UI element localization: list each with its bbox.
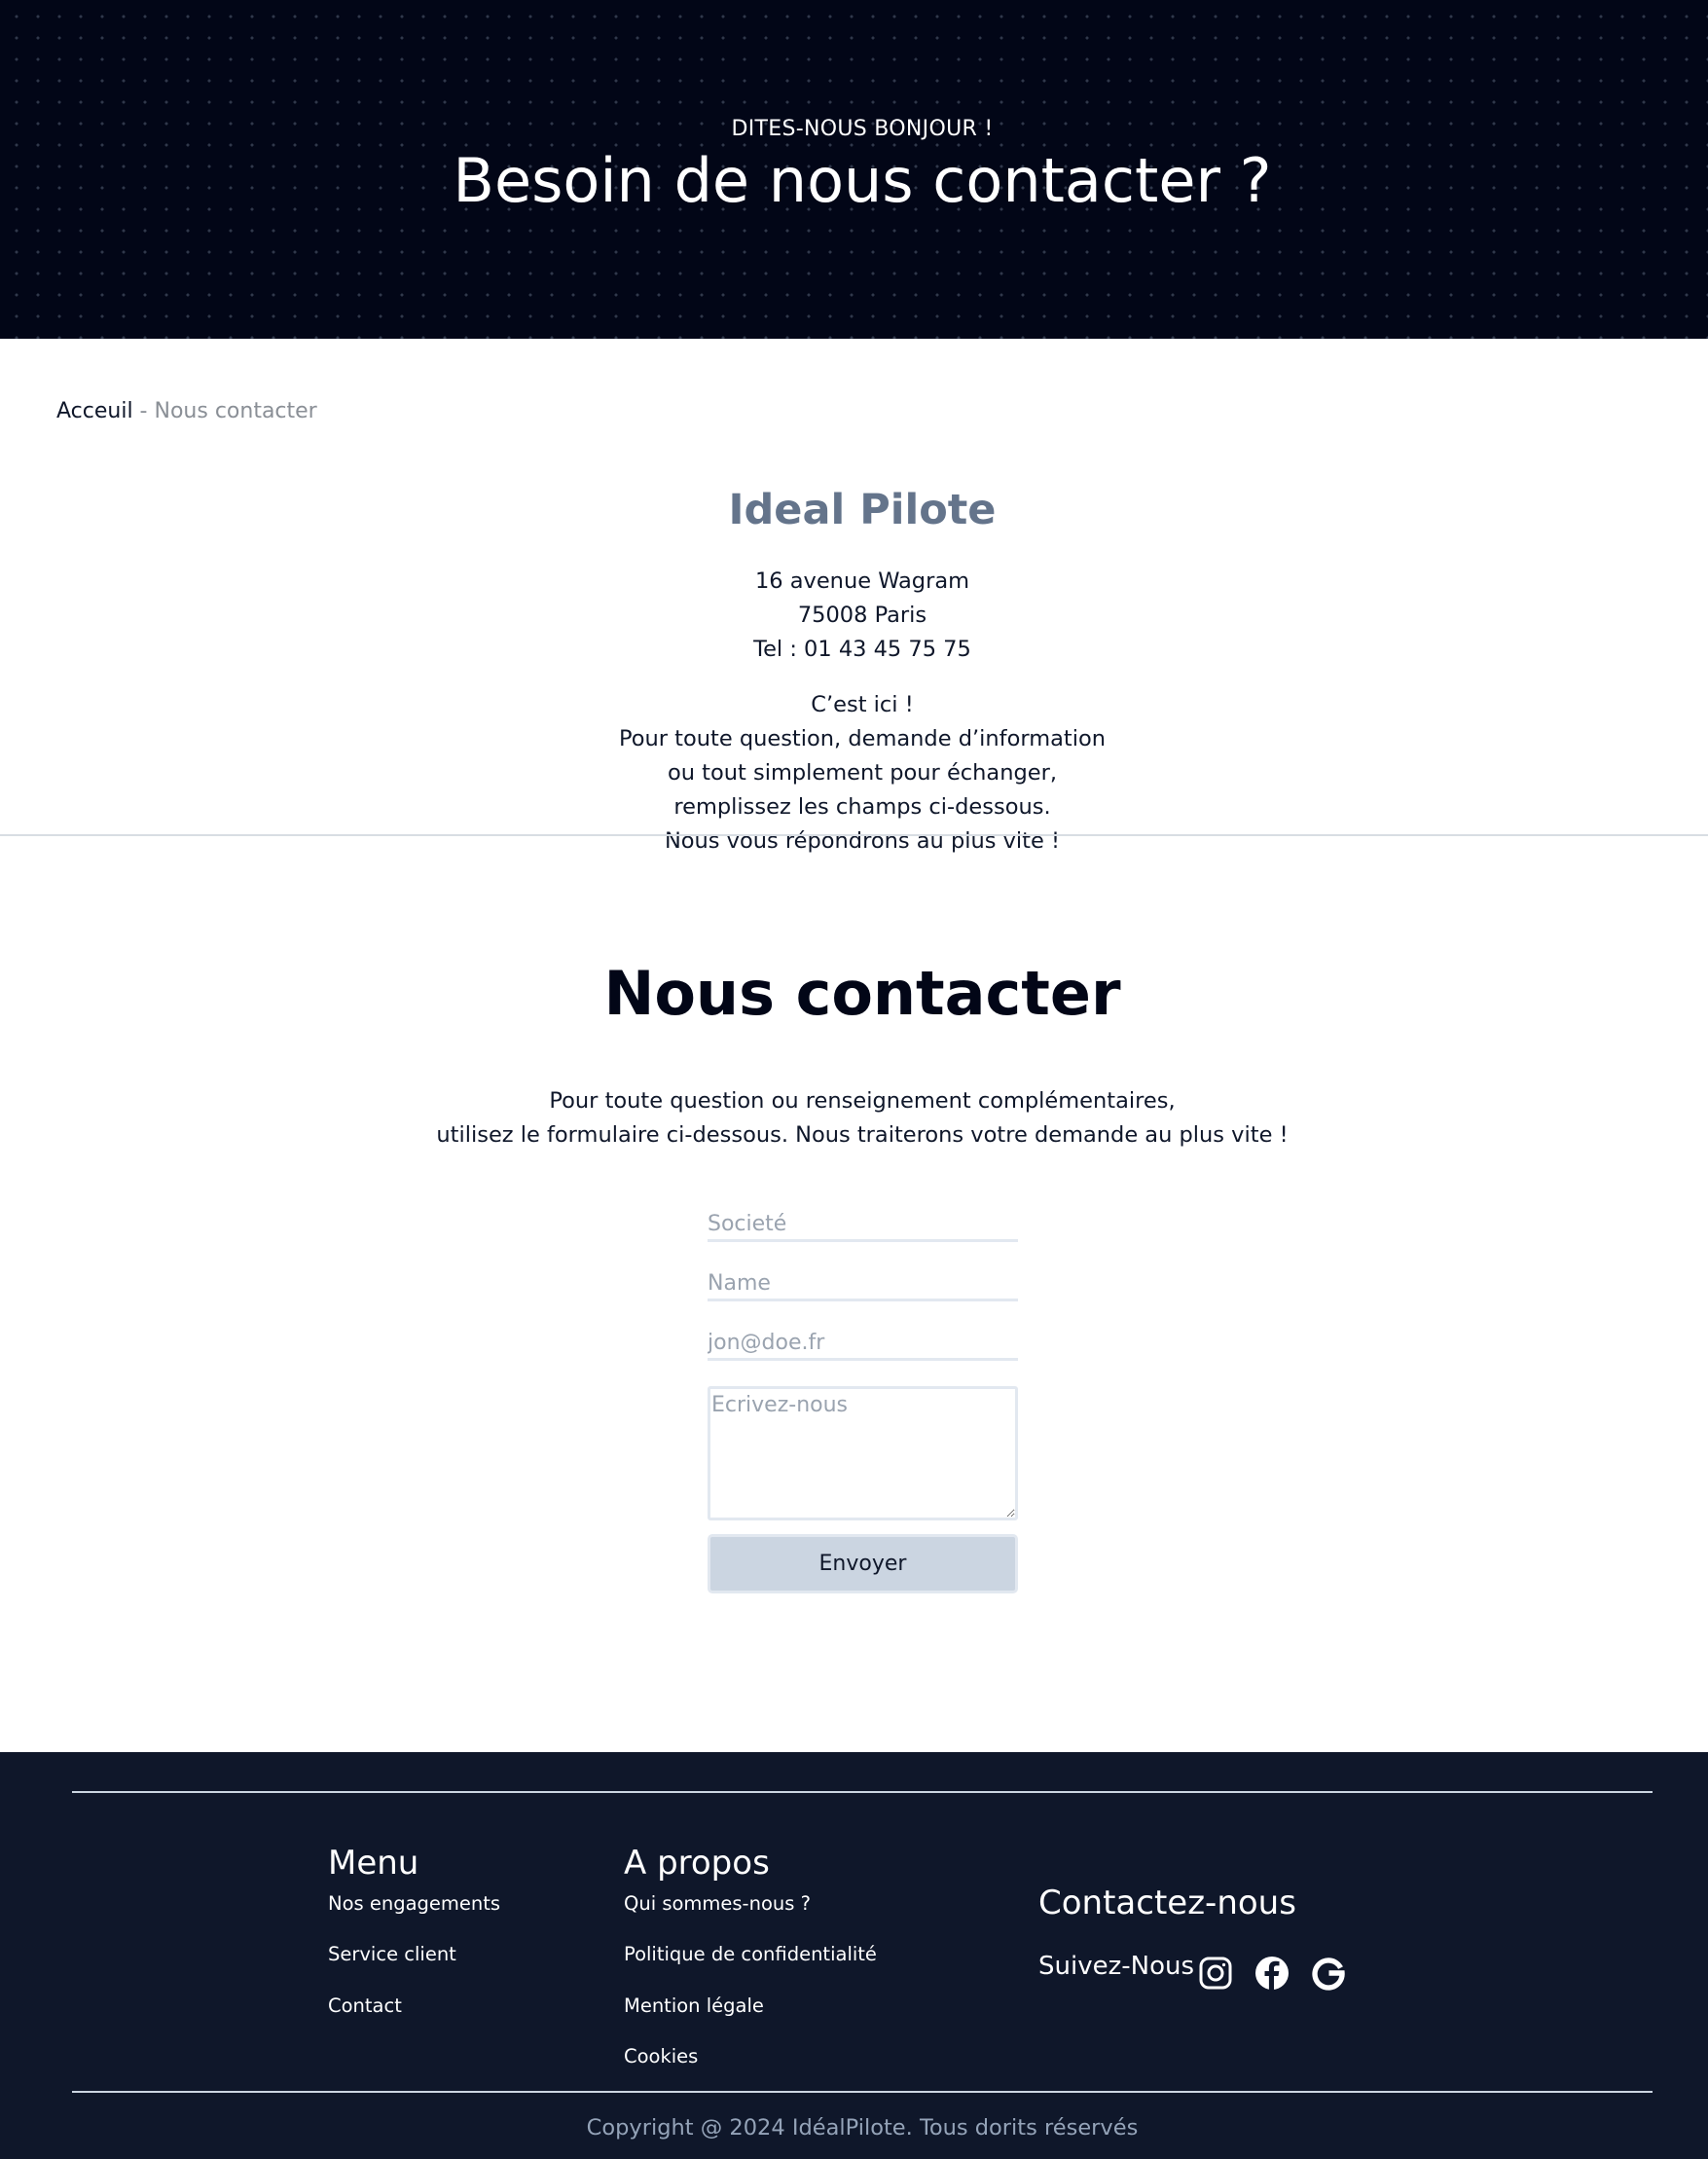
breadcrumb-home-link[interactable]: Acceuil	[56, 399, 133, 423]
address-phone: Tel : 01 43 45 75 75	[753, 637, 971, 662]
follow-us-label: Suivez-Nous	[1038, 1952, 1194, 1981]
breadcrumb-current: Nous contacter	[154, 399, 317, 423]
footer-about-heading: A propos	[624, 1844, 770, 1883]
section-divider	[0, 834, 1708, 836]
breadcrumb-separator: -	[132, 399, 155, 423]
address-city: 75008 Paris	[797, 603, 927, 628]
message-line: ou tout simplement pour échanger,	[667, 760, 1058, 786]
footer-link-mention-legale[interactable]: Mention légale	[624, 1993, 764, 2020]
breadcrumb: Acceuil - Nous contacter	[56, 397, 317, 426]
footer-divider-bottom	[72, 2091, 1653, 2093]
intro-line: Pour toute question ou renseignement com…	[549, 1088, 1176, 1114]
company-input[interactable]	[708, 1209, 1018, 1242]
contact-intro: Pour toute question ou renseignement com…	[0, 1084, 1708, 1153]
intro-line: utilisez le formulaire ci-dessous. Nous …	[436, 1122, 1289, 1148]
footer-link-service-client[interactable]: Service client	[328, 1941, 456, 1968]
instagram-icon[interactable]	[1198, 1956, 1233, 1991]
address-street: 16 avenue Wagram	[754, 568, 970, 594]
message-line: C’est ici !	[811, 692, 914, 717]
company-name: Ideal Pilote	[728, 486, 997, 534]
footer-link-nos-engagements[interactable]: Nos engagements	[328, 1890, 500, 1918]
footer-link-cookies[interactable]: Cookies	[624, 2043, 698, 2070]
footer-contact-heading: Contactez-nous	[1038, 1884, 1296, 1922]
footer-link-politique-confidentialite[interactable]: Politique de confidentialité	[624, 1941, 877, 1968]
message-line: Pour toute question, demande d’informati…	[618, 726, 1107, 751]
facebook-icon[interactable]	[1254, 1956, 1290, 1991]
company-message: C’est ici ! Pour toute question, demande…	[0, 688, 1708, 859]
footer-link-qui-sommes-nous[interactable]: Qui sommes-nous ?	[624, 1890, 811, 1918]
company-address: 16 avenue Wagram 75008 Paris Tel : 01 43…	[0, 565, 1708, 667]
footer-menu-heading: Menu	[328, 1844, 419, 1883]
message-line: Nous vous répondrons au plus vite !	[664, 828, 1061, 854]
footer-link-contact[interactable]: Contact	[328, 1993, 402, 2020]
footer-divider-top	[72, 1791, 1653, 1793]
submit-button[interactable]: Envoyer	[708, 1534, 1018, 1593]
message-textarea[interactable]	[708, 1386, 1018, 1520]
message-line: remplissez les champs ci-dessous.	[673, 794, 1051, 820]
hero-eyebrow: DITES-NOUS BONJOUR !	[731, 117, 994, 141]
footer: Menu Nos engagements Service client Cont…	[0, 1752, 1708, 2159]
hero-title: Besoin de nous contacter ?	[453, 145, 1272, 216]
email-input[interactable]	[708, 1328, 1018, 1361]
contact-title: Nous contacter	[603, 958, 1121, 1029]
hero-banner: DITES-NOUS BONJOUR ! Besoin de nous cont…	[0, 0, 1708, 339]
copyright-text: Copyright @ 2024 IdéalPilote. Tous dorit…	[586, 2115, 1139, 2141]
name-input[interactable]	[708, 1268, 1018, 1301]
google-icon[interactable]	[1311, 1956, 1346, 1991]
